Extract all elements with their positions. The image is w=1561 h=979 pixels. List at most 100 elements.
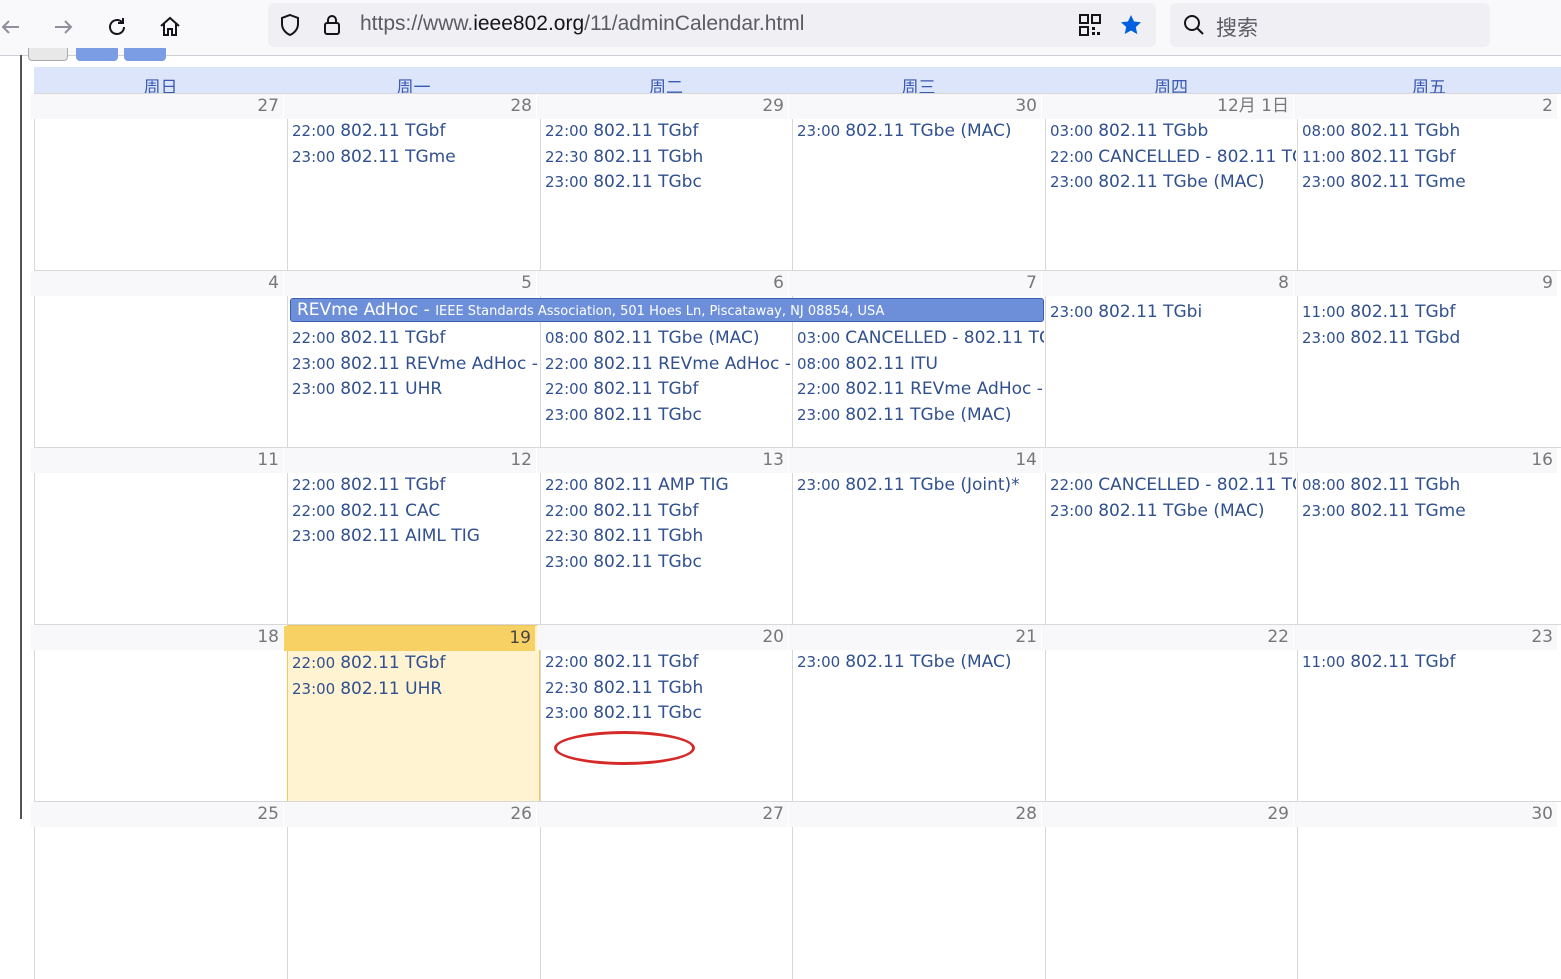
calendar-event[interactable]: 22:30 802.11 TGbh [545,676,791,700]
multi-day-event-banner[interactable]: REVme AdHoc - IEEE Standards Association… [290,298,1044,322]
day-number[interactable]: 16 [1294,448,1557,473]
calendar-event[interactable]: 22:00802.11 REVme AdHoc - IEEE [545,352,791,376]
day-number[interactable]: 9 [1294,271,1557,296]
calendar-event[interactable]: 22:00 802.11 TGbf [545,499,791,523]
day-cell[interactable]: 12月 1日 03:00 802.11 TGbb 22:00 CANCELLED - 8… [1042,94,1297,271]
day-number[interactable]: 15 [1042,448,1293,473]
calendar-event[interactable]: 23:00 802.11 TGbc [545,403,791,427]
day-number[interactable]: 30 [789,94,1041,119]
calendar-event[interactable]: 22:00 802.11 TGbf [545,119,791,143]
day-cell[interactable]: 25 [31,802,287,979]
day-cell[interactable]: 14 23:00 802.11 TGbe (Joint)* [789,448,1045,625]
calendar-event[interactable]: 23:00 802.11 TGbc [545,170,791,194]
day-number[interactable]: 30 [1294,802,1557,827]
calendar-event[interactable]: 08:00 802.11 TGbh [1302,473,1560,497]
calendar-event[interactable]: 11:00 802.11 TGbf [1302,145,1560,169]
day-number[interactable]: 12 [284,448,536,473]
calendar-view-button[interactable] [124,48,166,61]
calendar-event[interactable]: 22:00802.11 REVme AdHoc - IEEE [797,377,1044,401]
calendar-event[interactable]: 23:00 802.11 TGme [1302,170,1560,194]
day-number[interactable]: 7 [789,271,1041,296]
calendar-event[interactable]: 23:00 802.11 TGbi [1050,300,1296,324]
calendar-event[interactable]: 22:00 802.11 AMP TIG [545,473,791,497]
day-cell[interactable]: 2 08:00 802.11 TGbh 11:00 802.11 TGbf 23:00 80… [1294,94,1561,271]
day-number[interactable]: 13 [537,448,788,473]
calendar-event[interactable]: 23:00 802.11 TGbc [545,550,791,574]
back-button[interactable] [0,10,28,44]
day-number[interactable]: 14 [789,448,1041,473]
bookmark-star-icon[interactable] [1119,13,1143,37]
day-number[interactable]: 29 [537,94,788,119]
day-number[interactable]: 27 [31,94,283,119]
day-number[interactable]: 19 [284,626,535,651]
calendar-view-button[interactable] [76,48,118,61]
day-cell[interactable]: 18 [31,625,287,802]
calendar-event[interactable]: 23:00 802.11 TGbe (Joint)* [797,473,1044,497]
calendar-event[interactable]: 11:00 802.11 TGbf [1302,300,1560,324]
qr-code-icon[interactable] [1078,13,1102,37]
calendar-event[interactable]: 08:00 802.11 ITU [797,352,1044,376]
day-number[interactable]: 28 [284,94,536,119]
day-cell[interactable]: 29 22:00 802.11 TGbf 22:30 802.11 TGbh 23:00 8… [537,94,792,271]
day-cell[interactable]: 30 23:00 802.11 TGbe (MAC) [789,94,1045,271]
calendar-event[interactable]: 03:00 802.11 TGbb [1050,119,1296,143]
calendar-event[interactable]: 23:00 802.11 TGbe (MAC) [1050,499,1296,523]
day-cell[interactable]: 23 11:00 802.11 TGbf [1294,625,1561,802]
day-cell-today[interactable]: 19 22:00 802.11 TGbf 23:00 802.11 UHR [284,625,540,802]
day-cell[interactable]: 11 [31,448,287,625]
day-cell[interactable]: 9 11:00 802.11 TGbf 23:00 802.11 TGbd [1294,271,1561,448]
day-cell[interactable]: 26 [284,802,540,979]
day-cell[interactable]: 20 22:00 802.11 TGbf 22:30 802.11 TGbh 23:00 8… [537,625,792,802]
url-text[interactable]: https://www.ieee802.org/11/adminCalendar… [360,12,804,36]
day-cell[interactable]: 12 22:00 802.11 TGbf 22:00 802.11 CAC 23:00 80… [284,448,540,625]
search-bar[interactable]: 搜索 [1170,3,1490,47]
day-cell[interactable]: 28 22:00 802.11 TGbf 23:00 802.11 TGme [284,94,540,271]
day-number[interactable]: 28 [789,802,1041,827]
calendar-event[interactable]: 23:00 802.11 TGbe (MAC) [1050,170,1296,194]
calendar-event[interactable]: 23:00 802.11 TGbe (MAC) [797,403,1044,427]
calendar-event[interactable]: 03:00CANCELLED - 802.11 TGbe [797,326,1044,350]
shield-icon[interactable] [278,13,302,37]
day-cell[interactable]: 28 [789,802,1045,979]
day-cell[interactable]: 13 22:00 802.11 AMP TIG 22:00 802.11 TGbf 22:… [537,448,792,625]
forward-button[interactable] [46,10,80,44]
calendar-event[interactable]: 23:00 802.11 UHR [292,377,539,401]
calendar-event[interactable]: 11:00 802.11 TGbf [1302,650,1560,674]
day-cell[interactable]: 27 [537,802,792,979]
day-cell[interactable]: 8 23:00 802.11 TGbi [1042,271,1297,448]
day-number[interactable]: 27 [537,802,788,827]
day-cell[interactable]: 22 [1042,625,1297,802]
calendar-event[interactable]: 23:00 802.11 TGbe (MAC) [797,650,1044,674]
calendar-event[interactable]: 23:00 802.11 TGme [292,145,539,169]
day-cell[interactable]: 21 23:00 802.11 TGbe (MAC) [789,625,1045,802]
day-number[interactable]: 11 [31,448,283,473]
calendar-event[interactable]: 23:00 802.11 TGbe (MAC) [797,119,1044,143]
day-number[interactable]: 23 [1294,625,1557,650]
calendar-event[interactable]: 23:00 802.11 TGbc [545,701,791,725]
calendar-event[interactable]: 22:30 802.11 TGbh [545,145,791,169]
day-number[interactable]: 4 [31,271,283,296]
day-number[interactable]: 5 [284,271,536,296]
day-number[interactable]: 6 [537,271,788,296]
calendar-event[interactable]: 08:00 802.11 TGbe (MAC) [545,326,791,350]
day-number[interactable]: 22 [1042,625,1293,650]
calendar-event[interactable]: 22:00 802.11 TGbf [545,377,791,401]
day-cell[interactable]: 4 [31,271,287,448]
day-cell[interactable]: 16 08:00 802.11 TGbh 23:00 802.11 TGme [1294,448,1561,625]
day-number[interactable]: 25 [31,802,283,827]
calendar-event[interactable]: 22:00 802.11 TGbf [292,119,539,143]
calendar-event[interactable]: 22:00 802.11 TGbf [292,326,539,350]
day-cell[interactable]: 1522:00CANCELLED - 802.11 TGbe23:00802.1… [1042,448,1297,625]
day-cell[interactable]: 27 [31,94,287,271]
day-number[interactable]: 29 [1042,802,1293,827]
calendar-event[interactable]: 22:30 802.11 TGbh [545,524,791,548]
calendar-event[interactable]: 22:00 802.11 TGbf [545,650,791,674]
day-number[interactable]: 8 [1042,271,1293,296]
calendar-event[interactable]: 22:00 802.11 CAC [292,499,539,523]
day-number[interactable]: 21 [789,625,1041,650]
calendar-event[interactable]: 23:00 802.11 AIML TIG [292,524,539,548]
day-cell[interactable]: 30 [1294,802,1561,979]
home-button[interactable] [153,10,187,44]
lock-icon[interactable] [320,13,344,37]
calendar-event[interactable]: 23:00 802.11 TGme [1302,499,1560,523]
